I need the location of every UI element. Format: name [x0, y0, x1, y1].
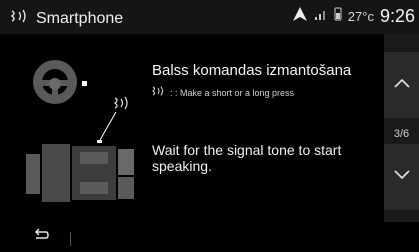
steering-wheel-icon	[33, 60, 87, 104]
hint-text: : : Make a short or a long press	[170, 88, 295, 98]
car-voice-illustration	[20, 54, 150, 214]
scroll-up-button[interactable]	[384, 52, 419, 118]
hint-row: : : Make a short or a long press	[152, 84, 374, 102]
page-indicator: 3/6	[393, 128, 410, 140]
car-topview-icon	[26, 144, 134, 202]
chevron-down-icon	[393, 168, 411, 186]
main-content: Balss komandas izmantošana : : Make a sh…	[0, 34, 419, 222]
status-icons-area: 27°c 9:26	[292, 6, 415, 27]
scroll-down-button[interactable]	[384, 144, 419, 210]
footer-divider	[70, 232, 71, 246]
instruction-panel: Balss komandas izmantošana : : Make a sh…	[152, 62, 374, 174]
page-title: Balss komandas izmantošana	[152, 62, 352, 79]
voice-command-icon	[113, 96, 128, 110]
voice-wave-icon	[10, 7, 30, 30]
signal-bars-icon	[314, 7, 328, 26]
app-title: Smartphone	[36, 9, 124, 27]
back-button[interactable]	[30, 227, 52, 247]
header-app-area: Smartphone	[10, 7, 123, 30]
instruction-text: Wait for the signal tone to start speaki…	[152, 142, 342, 174]
status-bar: Smartphone 27°c 9:26	[0, 0, 419, 34]
voice-wave-icon	[152, 84, 166, 102]
phone-battery-icon	[334, 7, 342, 26]
navigation-arrow-icon	[292, 6, 308, 27]
footer-bar	[0, 222, 419, 252]
clock: 9:26	[379, 6, 415, 26]
chevron-up-icon	[393, 76, 411, 94]
back-arrow-icon	[32, 227, 50, 247]
scroll-panel: 3/6	[384, 34, 419, 222]
temperature-readout: 27°c	[347, 9, 374, 24]
